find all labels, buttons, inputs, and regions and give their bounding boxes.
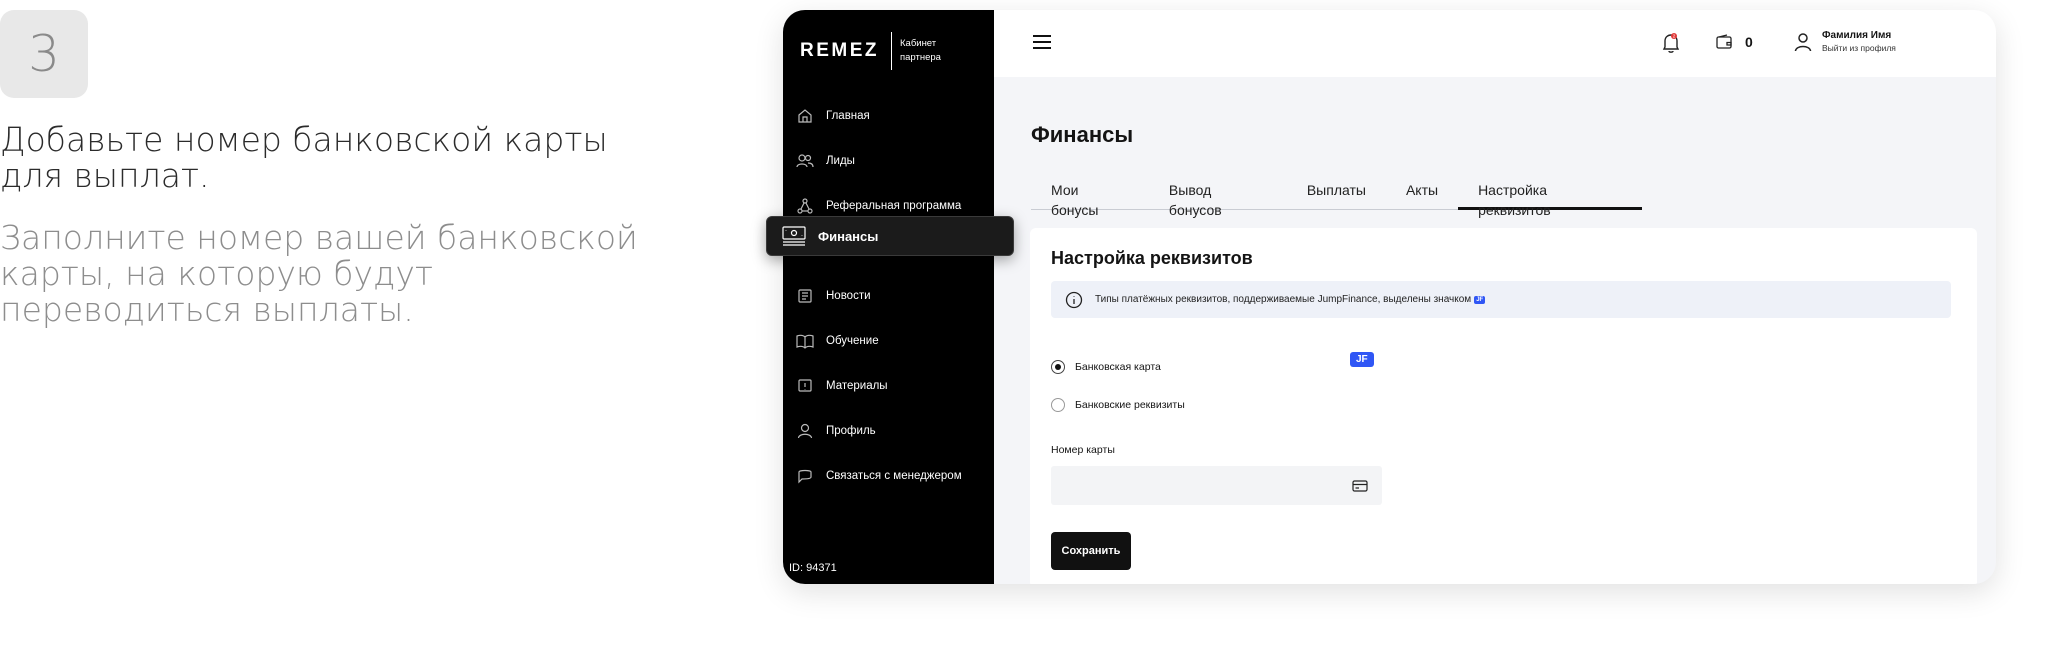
jf-badge: JF: [1350, 352, 1374, 367]
sidebar-item-materials[interactable]: Материалы: [796, 371, 986, 401]
sidebar-item-label: Лиды: [826, 155, 855, 167]
book-icon: [796, 332, 814, 350]
wallet-icon: [1716, 34, 1732, 49]
profile-icon: [796, 422, 814, 440]
notifications-button[interactable]: 2: [1661, 32, 1681, 59]
sidebar-item-label: Новости: [826, 290, 871, 302]
sidebar-item-finance[interactable]: Финансы: [766, 216, 1014, 256]
step-title: Добавьте номер банковской карты для выпл…: [0, 120, 608, 195]
app-window: REMEZ Кабинет партнера Главная Лиды Рефе…: [783, 10, 1996, 584]
card-number-label: Номер карты: [1051, 444, 1115, 456]
sidebar: REMEZ Кабинет партнера Главная Лиды Рефе…: [783, 10, 994, 584]
option-label: Банковские реквизиты: [1075, 399, 1185, 411]
step-description: Заполните номер вашей банковской карты, …: [0, 218, 638, 329]
sidebar-item-profile[interactable]: Профиль: [796, 416, 986, 446]
sidebar-item-label: Обучение: [826, 335, 879, 347]
sidebar-item-label: Главная: [826, 110, 870, 122]
option-bank-requisites[interactable]: Банковские реквизиты: [1051, 398, 1185, 412]
menu-icon[interactable]: [1032, 34, 1052, 55]
sidebar-item-label: Профиль: [826, 425, 876, 437]
referral-icon: [796, 197, 814, 215]
sidebar-item-news[interactable]: Новости: [796, 281, 986, 311]
finance-icon: [782, 226, 808, 246]
info-icon: [1065, 291, 1083, 309]
logo[interactable]: REMEZ Кабинет партнера: [800, 32, 960, 70]
user-icon: [1794, 32, 1812, 51]
save-button[interactable]: Сохранить: [1051, 532, 1131, 570]
tab-bonus-withdrawal[interactable]: Вывод бонусов: [1149, 180, 1287, 218]
logo-divider: [891, 32, 892, 70]
card-number-input[interactable]: [1051, 466, 1382, 505]
option-label: Банковская карта: [1075, 361, 1161, 373]
tab-acts[interactable]: Акты: [1386, 180, 1458, 210]
wallet-value: 0: [1745, 34, 1753, 50]
logo-wordmark: REMEZ: [800, 40, 879, 61]
sidebar-item-label: Финансы: [818, 228, 879, 244]
user-menu[interactable]: Фамилия Имя Выйти из профиля: [1794, 30, 1896, 53]
credit-card-icon: [1352, 479, 1368, 497]
jf-badge-small: JF: [1474, 295, 1486, 304]
sidebar-item-home[interactable]: Главная: [796, 101, 986, 131]
page-title: Финансы: [1031, 122, 1134, 147]
finance-tabs: Мои бонусы Вывод бонусов Выплаты Акты На…: [1031, 180, 1642, 218]
sidebar-item-leads[interactable]: Лиды: [796, 146, 986, 176]
sidebar-item-contact-manager[interactable]: Связаться с менеджером: [796, 461, 986, 491]
sidebar-item-label: Связаться с менеджером: [826, 470, 962, 482]
partner-id: ID: 94371: [789, 562, 837, 574]
news-icon: [796, 287, 814, 305]
user-name: Фамилия Имя: [1822, 30, 1892, 41]
materials-icon: [796, 377, 814, 395]
info-banner: Типы платёжных реквизитов, поддерживаемы…: [1051, 281, 1951, 318]
radio-button[interactable]: [1051, 398, 1065, 412]
home-icon: [796, 107, 814, 125]
wallet-balance[interactable]: 0: [1715, 34, 1753, 50]
tab-requisites-settings[interactable]: Настройка реквизитов: [1458, 180, 1642, 218]
logo-subtitle: Кабинет партнера: [900, 38, 941, 63]
option-bank-card[interactable]: Банковская карта: [1051, 360, 1161, 374]
logout-link[interactable]: Выйти из профиля: [1822, 43, 1896, 53]
users-icon: [796, 152, 814, 170]
sidebar-item-learning[interactable]: Обучение: [796, 326, 986, 356]
sidebar-item-label: Материалы: [826, 380, 888, 392]
sidebar-item-label: Реферальная программа: [826, 200, 962, 212]
info-text: Типы платёжных реквизитов, поддерживаемы…: [1095, 294, 1472, 305]
requisites-card: Настройка реквизитов Типы платёжных рекв…: [1030, 228, 1977, 584]
tab-payouts[interactable]: Выплаты: [1287, 180, 1386, 210]
step-number-badge: 3: [0, 10, 88, 98]
topbar: 2 0 Фамилия Имя Выйти из профиля: [994, 10, 1996, 77]
radio-button[interactable]: [1051, 360, 1065, 374]
chat-icon: [796, 467, 814, 485]
card-title: Настройка реквизитов: [1051, 248, 1253, 268]
tab-my-bonuses[interactable]: Мои бонусы: [1031, 180, 1149, 218]
